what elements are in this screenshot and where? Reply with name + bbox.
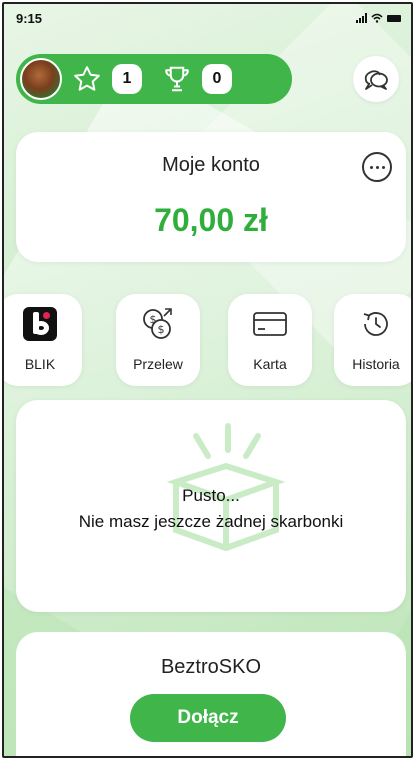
account-balance: 70,00 zł [154,202,268,238]
chat-bubbles-icon [364,70,388,90]
piggy-banks-empty-card: Pusto... Nie masz jeszcze żadnej skarbon… [16,400,406,612]
signal-icon [356,13,367,23]
svg-text:$: $ [150,313,157,326]
join-button[interactable]: Dołącz [130,694,286,742]
account-card[interactable]: Moje konto 70,00 zł [16,132,406,262]
empty-message: Nie masz jeszcze żadnej skarbonki [78,512,344,531]
transfer-label: Przelew [133,356,183,372]
card-button[interactable]: Karta [228,294,312,386]
profile-rewards-pill[interactable]: 1 0 [16,54,292,104]
battery-icon [387,14,401,22]
more-options-icon[interactable] [362,152,392,182]
card-label: Karta [253,356,287,372]
trophy-icon [160,62,194,96]
money-transfer-icon: $ $ [143,308,172,339]
history-label: Historia [352,356,400,372]
card-icon [253,312,287,336]
status-bar: 9:15 [4,4,411,32]
beztrosko-title: BeztroSKO [160,656,262,678]
account-title: Moje konto [162,154,260,176]
history-icon [363,312,388,336]
trophies-count: 0 [202,64,232,94]
blik-label: BLIK [24,356,56,372]
wifi-icon [371,13,383,23]
avatar[interactable] [20,58,62,100]
history-button[interactable]: Historia [334,294,411,386]
stars-count: 1 [112,64,142,94]
blik-logo-icon [23,307,57,341]
beztrosko-card: BeztroSKO Dołącz [16,632,406,756]
empty-title: Pusto... [182,486,240,505]
svg-text:$: $ [158,323,165,336]
blik-button[interactable]: BLIK [4,294,82,386]
chat-button[interactable] [353,56,399,102]
transfer-button[interactable]: $ $ Przelew [116,294,200,386]
status-time: 9:15 [16,10,43,26]
star-icon [70,62,104,96]
app-screen: 9:15 1 0 Moje konto 70,00 zł BLIK $ $ Pr… [2,2,413,758]
system-indicators [356,13,401,23]
